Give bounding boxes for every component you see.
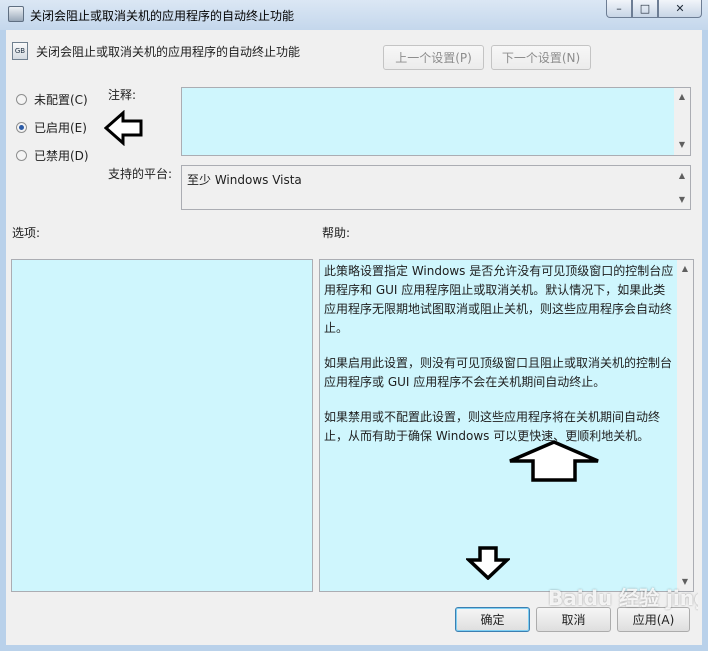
minimize-button[interactable]: – <box>606 0 632 18</box>
scroll-up-icon[interactable]: ▲ <box>674 92 690 102</box>
window-app-icon <box>8 6 24 22</box>
window-controls: – □ ✕ <box>606 0 702 19</box>
radio-disabled[interactable]: 已禁用(D) <box>16 147 89 164</box>
radio-enabled-control[interactable] <box>16 122 27 133</box>
help-scrollbar[interactable]: ▲ ▼ <box>677 260 693 591</box>
close-button[interactable]: ✕ <box>658 0 702 18</box>
comment-textarea[interactable] <box>181 87 691 156</box>
scroll-down-icon[interactable]: ▼ <box>674 140 690 150</box>
window-title: 关闭会阻止或取消关机的应用程序的自动终止功能 <box>30 9 295 23</box>
close-icon: ✕ <box>675 2 685 15</box>
platform-label: 支持的平台: <box>108 167 173 181</box>
radio-not-configured-label: 未配置(C) <box>34 93 88 107</box>
scroll-up-icon[interactable]: ▲ <box>674 171 690 181</box>
next-setting-button[interactable]: 下一个设置(N) <box>491 45 591 70</box>
previous-setting-button[interactable]: 上一个设置(P) <box>383 45 484 70</box>
annotation-up-arrow <box>508 440 600 482</box>
help-paragraph-1: 此策略设置指定 Windows 是否允许没有可见顶级窗口的控制台应用程序和 GU… <box>324 264 674 335</box>
platform-value: 至少 Windows Vista <box>187 173 302 187</box>
comment-scrollbar[interactable]: ▲ ▼ <box>674 88 690 155</box>
radio-not-configured-control[interactable] <box>16 94 27 105</box>
options-pane[interactable] <box>11 259 313 592</box>
options-label: 选项: <box>12 226 41 240</box>
help-pane[interactable]: 此策略设置指定 Windows 是否允许没有可见顶级窗口的控制台应用程序和 GU… <box>319 259 694 592</box>
watermark: Baidu 经验 jingyan.baidu.com <box>548 586 698 610</box>
ok-button[interactable]: 确定 <box>455 607 530 632</box>
help-paragraph-2: 如果启用此设置，则没有可见顶级窗口且阻止或取消关机的控制台应用程序或 GUI 应… <box>324 356 673 389</box>
maximize-button[interactable]: □ <box>632 0 658 18</box>
radio-disabled-control[interactable] <box>16 150 27 161</box>
comment-label: 注释: <box>108 88 137 102</box>
radio-enabled[interactable]: 已启用(E) <box>16 119 87 136</box>
help-label: 帮助: <box>322 226 351 240</box>
scroll-down-icon[interactable]: ▼ <box>674 195 690 205</box>
radio-disabled-label: 已禁用(D) <box>34 149 89 163</box>
policy-icon: GB <box>12 42 28 60</box>
help-paragraph-3: 如果禁用或不配置此设置，则这些应用程序将在关机期间自动终止，从而有助于确保 Wi… <box>324 410 661 443</box>
help-text: 此策略设置指定 Windows 是否允许没有可见顶级窗口的控制台应用程序和 GU… <box>324 262 676 462</box>
policy-title: 关闭会阻止或取消关机的应用程序的自动终止功能 <box>36 45 301 59</box>
radio-not-configured[interactable]: 未配置(C) <box>16 91 88 108</box>
annotation-down-arrow <box>466 546 510 580</box>
annotation-left-arrow <box>104 110 144 146</box>
scroll-up-icon[interactable]: ▲ <box>677 264 693 274</box>
platform-scrollbar[interactable]: ▲ ▼ <box>674 166 690 209</box>
minimize-icon: – <box>616 2 622 15</box>
radio-enabled-label: 已启用(E) <box>34 121 87 135</box>
maximize-icon: □ <box>639 2 651 15</box>
platform-box: 至少 Windows Vista ▲ ▼ <box>181 165 691 210</box>
